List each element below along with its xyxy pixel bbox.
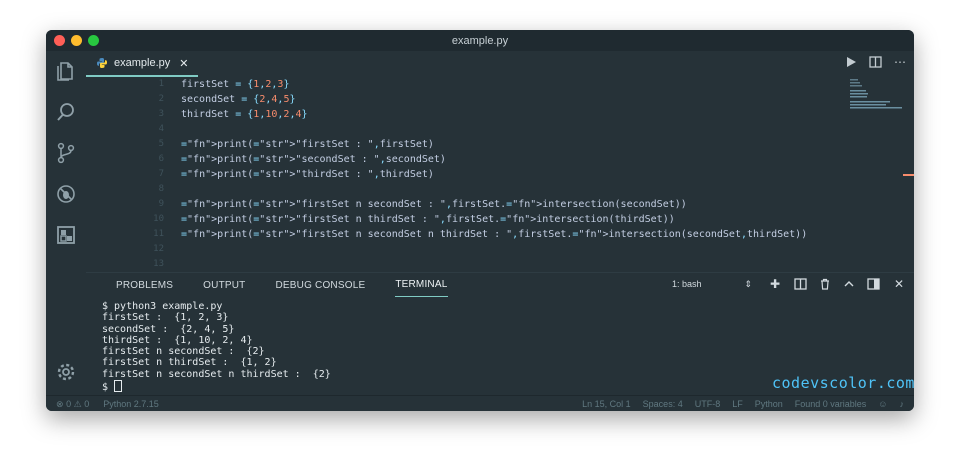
terminal-line: firstSet : {1, 2, 3} [102, 312, 229, 324]
panel-controls: 1: bash ⇕ ✚ ✕ [668, 276, 906, 292]
tab-example-py[interactable]: example.py ✕ [86, 51, 198, 77]
code-line: ="fn">print(="str">"secondSet : ",second… [181, 154, 446, 165]
files-icon[interactable] [55, 60, 77, 82]
code-line: secondSet = {2,4,5} [181, 94, 296, 105]
minimize-window-button[interactable] [71, 35, 82, 46]
settings-icon[interactable] [55, 361, 77, 383]
feedback-smiley-icon[interactable]: ☺ [878, 399, 887, 409]
code-editor[interactable]: 1 2 3 4 5 6 7 8 9 10 11 12 13 firstSet =… [86, 77, 914, 272]
code-line: ="fn">print(="str">"firstSet : ",firstSe… [181, 139, 434, 150]
status-bar: ⊗ 0 ⚠ 0 Python 2.7.15 Ln 15, Col 1 Space… [46, 395, 914, 411]
line-number: 4 [158, 124, 164, 134]
terminal-select[interactable]: 1: bash ⇕ [668, 276, 756, 292]
run-icon[interactable] [845, 56, 857, 68]
line-number: 13 [153, 259, 164, 269]
line-number: 9 [158, 199, 164, 209]
code-line: ="fn">print(="str">"firstSet n secondSet… [181, 199, 687, 210]
code-line: firstSet = {1,2,3} [181, 79, 290, 90]
terminal-line: thirdSet : {1, 10, 2, 4} [102, 334, 253, 346]
error-icon: ⊗ [56, 399, 64, 409]
problems-status[interactable]: ⊗ 0 ⚠ 0 [56, 399, 89, 410]
close-window-button[interactable] [54, 35, 65, 46]
code-line: ="fn">print(="str">"thirdSet : ",thirdSe… [181, 169, 434, 180]
warning-count: 0 [84, 399, 90, 409]
terminal-cursor [114, 380, 123, 393]
extensions-icon[interactable] [55, 224, 77, 246]
minimap[interactable] [850, 77, 914, 117]
line-number: 8 [158, 184, 164, 194]
zoom-window-button[interactable] [88, 35, 99, 46]
search-icon[interactable] [55, 101, 77, 123]
tab-close-icon[interactable]: ✕ [179, 57, 188, 70]
line-number: 7 [158, 169, 164, 179]
terminal-line: secondSet : {2, 4, 5} [102, 323, 235, 335]
tab-terminal[interactable]: TERMINAL [395, 274, 448, 297]
editor-tab-bar: example.py ✕ ⋯ [86, 51, 914, 77]
maximize-panel-icon[interactable] [867, 278, 880, 290]
tab-problems[interactable]: PROBLEMS [116, 274, 173, 296]
python-file-icon [97, 58, 107, 68]
encoding-status[interactable]: UTF-8 [695, 399, 721, 409]
line-number: 11 [153, 229, 164, 239]
line-number: 2 [158, 94, 164, 104]
vscode-window: example.py example.py ✕ ⋯ 1 2 3 4 5 6 7 [46, 30, 914, 411]
overview-ruler-marker [903, 174, 914, 176]
warning-icon: ⚠ [73, 399, 82, 409]
trash-icon[interactable] [819, 278, 831, 290]
error-count: 0 [66, 399, 72, 409]
indentation-status[interactable]: Spaces: 4 [643, 399, 683, 409]
status-right: Ln 15, Col 1 Spaces: 4 UTF-8 LF Python F… [582, 399, 904, 409]
cursor-position[interactable]: Ln 15, Col 1 [582, 399, 631, 409]
panel-tabs: PROBLEMS OUTPUT DEBUG CONSOLE TERMINAL [116, 273, 448, 297]
line-number: 5 [158, 139, 164, 149]
code-line: thirdSet = {1,10,2,4} [181, 109, 308, 120]
variables-status[interactable]: Found 0 variables [795, 399, 867, 409]
split-editor-icon[interactable] [869, 56, 882, 68]
title-bar: example.py [46, 30, 914, 51]
terminal-line: firstSet n thirdSet : {1, 2} [102, 357, 277, 369]
terminal-output[interactable]: $ python3 example.py firstSet : {1, 2, 3}… [102, 301, 331, 393]
line-number: 12 [153, 244, 164, 254]
watermark: codevscolor.com [772, 374, 914, 392]
source-control-icon[interactable] [55, 142, 77, 164]
interpreter-status[interactable]: Python 2.7.15 [103, 399, 159, 410]
code-line: ="fn">print(="str">"firstSet n secondSet… [181, 229, 808, 240]
code-line: ="fn">print(="str">"firstSet n thirdSet … [181, 214, 675, 225]
select-arrows-icon: ⇕ [744, 278, 752, 289]
window-controls [54, 35, 99, 46]
line-number: 1 [158, 79, 164, 89]
more-icon[interactable]: ⋯ [894, 55, 906, 69]
notifications-bell-icon[interactable]: ♪ [900, 399, 905, 409]
terminal-prompt-line: $ [102, 380, 331, 393]
editor-actions: ⋯ [845, 55, 906, 69]
terminal-prompt: $ [102, 382, 115, 394]
chevron-up-icon[interactable] [843, 278, 855, 290]
terminal-line: $ python3 example.py [102, 301, 223, 312]
eol-status[interactable]: LF [732, 399, 743, 409]
debug-icon[interactable] [55, 183, 77, 205]
line-number: 6 [158, 154, 164, 164]
split-terminal-icon[interactable] [794, 278, 807, 290]
line-number: 3 [158, 109, 164, 119]
tab-output[interactable]: OUTPUT [203, 274, 245, 296]
tab-debug-console[interactable]: DEBUG CONSOLE [275, 274, 365, 296]
status-left: ⊗ 0 ⚠ 0 Python 2.7.15 [56, 399, 159, 410]
terminal-select-value: 1: bash [672, 279, 702, 289]
window-title: example.py [451, 34, 509, 47]
close-icon[interactable]: ✕ [892, 277, 906, 291]
tab-label: example.py [114, 57, 171, 69]
terminal-line: firstSet n secondSet n thirdSet : {2} [102, 368, 331, 380]
terminal-line: firstSet n secondSet : {2} [102, 346, 265, 358]
activity-bar [46, 51, 86, 395]
language-status[interactable]: Python [755, 399, 783, 409]
add-terminal-icon[interactable]: ✚ [768, 277, 782, 291]
line-number: 10 [153, 214, 164, 224]
